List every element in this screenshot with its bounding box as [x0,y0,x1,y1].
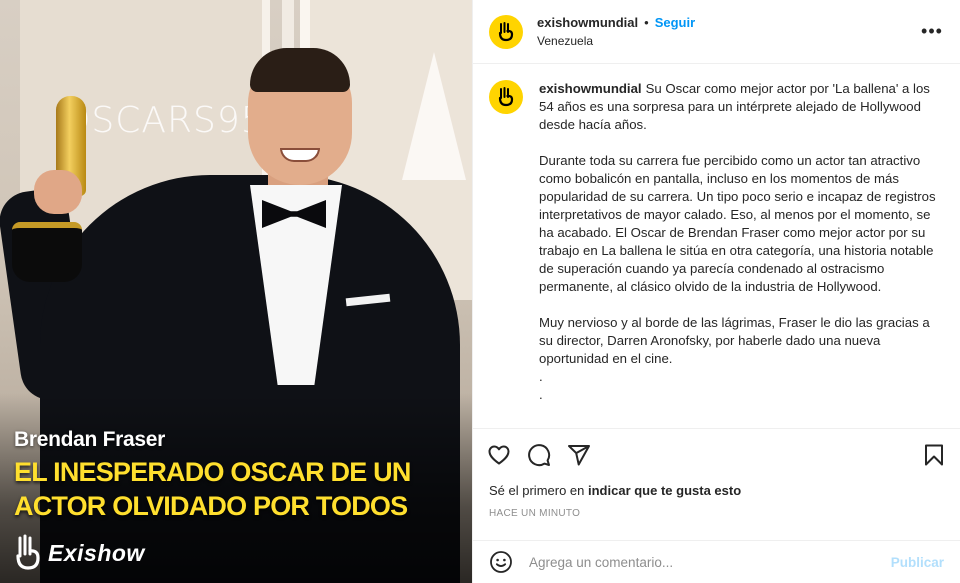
post-caption: exishowmundial Su Oscar como mejor actor … [539,80,944,428]
caption-username[interactable]: exishowmundial [539,81,642,96]
action-bar [473,428,960,480]
exishow-logo-icon [498,87,514,107]
caption-section: exishowmundial Su Oscar como mejor actor … [473,64,960,428]
comment-box: Publicar [473,540,960,583]
comment-icon[interactable] [527,443,551,467]
post-timestamp[interactable]: HACE UN MINUTO [489,508,580,519]
image-caption-headline: El inesperado Oscar de un actor olvidado… [14,457,411,521]
post-comment-button[interactable]: Publicar [891,555,944,570]
exishow-logo-icon [16,534,40,570]
separator-dot: • [644,15,649,30]
likes-line: Sé el primero en indicar que te gusta es… [489,483,741,498]
avatar[interactable] [489,14,523,49]
person-hair [250,48,350,92]
bookmark-icon[interactable] [922,443,946,467]
exishow-logo-icon [498,21,514,41]
image-caption-name: Brendan Fraser [14,428,166,451]
post-side-panel: exishowmundial • Seguir Venezuela ••• ex… [472,0,960,583]
caption-paragraph: Muy nervioso y al borde de las lágrimas,… [539,315,930,366]
heart-icon[interactable] [487,443,511,467]
brand-watermark: Exishow [14,534,145,572]
caption-dot: . [539,387,543,402]
brand-text: Exishow [48,539,145,566]
post-location[interactable]: Venezuela [537,34,920,48]
trophy-base [12,222,82,282]
person-hand [34,170,82,214]
comment-input[interactable] [529,554,891,570]
emoji-icon[interactable] [489,550,513,574]
share-icon[interactable] [567,443,591,467]
backdrop-triangle [402,52,466,180]
more-options-icon[interactable]: ••• [920,20,944,44]
post-viewer: OSCARS95 Brendan Fraser El inesperado Os… [0,0,960,583]
post-image[interactable]: OSCARS95 Brendan Fraser El inesperado Os… [0,0,472,583]
post-header: exishowmundial • Seguir Venezuela ••• [473,0,960,64]
post-header-meta: exishowmundial • Seguir Venezuela [537,15,920,48]
like-link[interactable]: indicar que te gusta esto [588,483,741,498]
caption-dot: . [539,369,543,384]
avatar[interactable] [489,80,523,114]
likes-prefix: Sé el primero en [489,483,588,498]
oscars-backdrop-text: OSCARS95 [62,100,265,141]
caption-paragraph: Durante toda su carrera fue percibido co… [539,153,936,294]
post-username[interactable]: exishowmundial [537,15,638,30]
follow-button[interactable]: Seguir [655,15,695,30]
